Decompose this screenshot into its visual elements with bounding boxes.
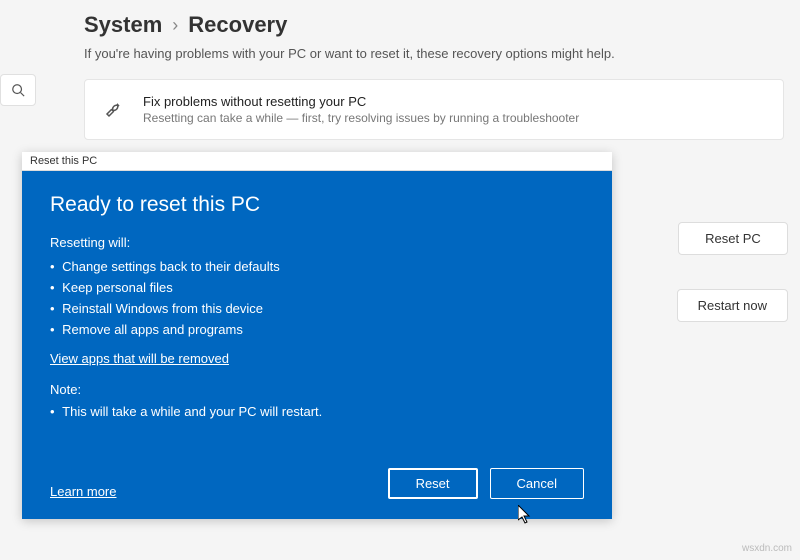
breadcrumb-current: Recovery (188, 12, 287, 38)
watermark: wsxdn.com (742, 543, 792, 554)
note-list: This will take a while and your PC will … (50, 401, 584, 422)
learn-more-link[interactable]: Learn more (50, 484, 116, 499)
reset-button[interactable]: Reset (388, 468, 478, 499)
list-item: Keep personal files (50, 277, 584, 298)
list-item: This will take a while and your PC will … (50, 401, 584, 422)
search-button[interactable] (0, 74, 36, 106)
breadcrumb: System › Recovery (0, 0, 800, 46)
list-item: Change settings back to their defaults (50, 256, 584, 277)
dialog-footer: Learn more Reset Cancel (50, 468, 584, 499)
cancel-button[interactable]: Cancel (490, 468, 584, 499)
troubleshoot-card[interactable]: Fix problems without resetting your PC R… (84, 79, 784, 140)
breadcrumb-parent[interactable]: System (84, 12, 162, 38)
troubleshoot-sub: Resetting can take a while — first, try … (143, 111, 765, 125)
list-item: Remove all apps and programs (50, 319, 584, 340)
search-icon (11, 83, 25, 97)
resetting-list: Change settings back to their defaults K… (50, 256, 584, 340)
reset-dialog: Reset this PC Ready to reset this PC Res… (22, 152, 612, 519)
view-apps-link[interactable]: View apps that will be removed (50, 351, 229, 366)
wrench-icon (103, 98, 127, 122)
dialog-titlebar: Reset this PC (22, 152, 612, 171)
list-item: Reinstall Windows from this device (50, 298, 584, 319)
dialog-body: Ready to reset this PC Resetting will: C… (22, 171, 612, 519)
reset-pc-button[interactable]: Reset PC (678, 222, 788, 255)
dialog-actions: Reset Cancel (388, 468, 584, 499)
troubleshoot-text: Fix problems without resetting your PC R… (143, 94, 765, 125)
resetting-will-label: Resetting will: (50, 235, 584, 250)
side-buttons: Reset PC Restart now (677, 222, 788, 322)
restart-now-button[interactable]: Restart now (677, 289, 788, 322)
chevron-right-icon: › (172, 15, 178, 36)
troubleshoot-title: Fix problems without resetting your PC (143, 94, 765, 109)
page-subtitle: If you're having problems with your PC o… (0, 46, 800, 79)
note-label: Note: (50, 382, 584, 397)
dialog-heading: Ready to reset this PC (50, 193, 584, 217)
